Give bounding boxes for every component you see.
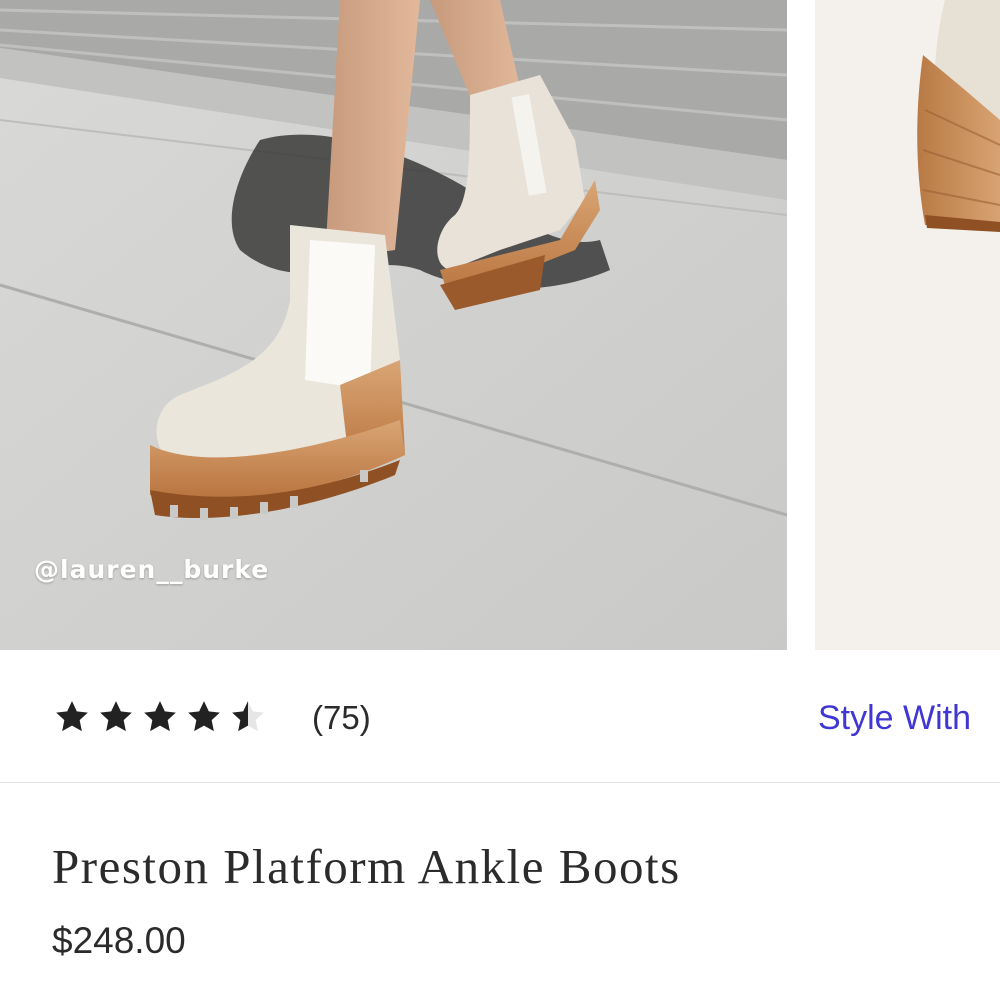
product-image-main[interactable]: @lauren__burke (0, 0, 787, 650)
star-full-icon (56, 701, 88, 732)
star-half-icon (232, 701, 264, 732)
product-price: $248.00 (52, 920, 186, 961)
style-with-link[interactable]: Style With (818, 699, 971, 738)
product-image-next[interactable] (815, 0, 1000, 650)
review-count[interactable]: (75) (312, 699, 371, 737)
star-full-icon (144, 701, 176, 732)
star-full-icon (188, 701, 220, 732)
product-photo (815, 0, 1000, 650)
photo-credit-watermark: @lauren__burke (34, 555, 270, 584)
star-full-icon (100, 701, 132, 732)
star-rating[interactable] (52, 697, 268, 737)
product-image-carousel[interactable]: @lauren__burke (0, 0, 1000, 650)
lifestyle-photo (0, 0, 787, 650)
product-title: Preston Platform Ankle Boots (52, 839, 681, 894)
